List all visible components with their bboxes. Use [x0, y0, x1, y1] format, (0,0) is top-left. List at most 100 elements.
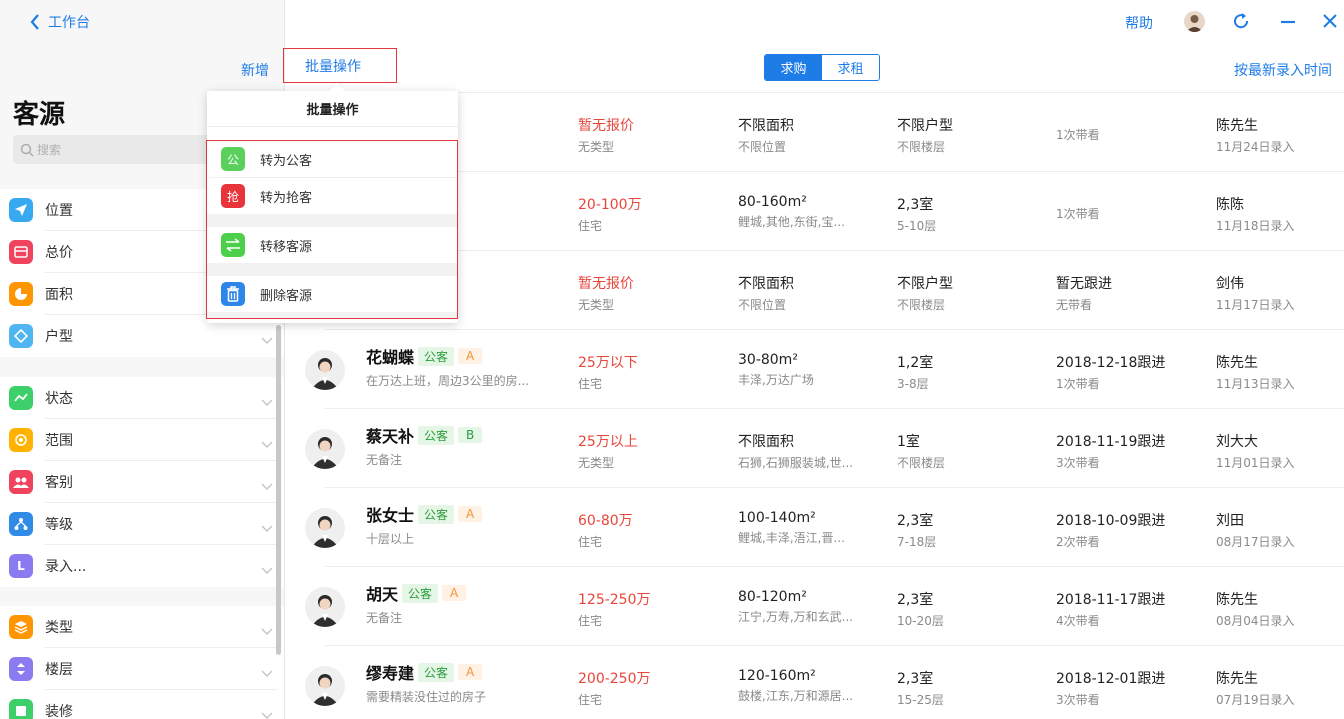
chevron-down-icon	[261, 518, 273, 537]
menu-item-label: 转为公客	[260, 153, 313, 169]
area: 120-160m²	[738, 668, 816, 684]
property-type: 住宅	[578, 377, 603, 391]
client-name: 张女士	[366, 506, 415, 525]
client-name-cell: 缪寿建 公客 A	[366, 660, 483, 684]
filter-item[interactable]: 等级	[0, 503, 284, 545]
client-name: 胡天	[366, 585, 399, 604]
filter-item[interactable]: 客别	[0, 461, 284, 503]
price: 20-100万	[578, 197, 642, 213]
sidebar-scrollbar[interactable]	[276, 325, 281, 655]
client-name: 蔡天补	[366, 427, 415, 446]
tab-rent[interactable]: 求租	[822, 55, 879, 80]
area: 100-140m²	[738, 510, 816, 526]
room-type: 2,3室	[897, 592, 934, 608]
follow-cell: 2018-10-09跟进 2次带看	[1056, 510, 1165, 550]
table-row[interactable]: 花蝴蝶 公客 A 在万达上班，周边3公里的房... 25万以下 住宅 30-80m² 丰泽,万…	[285, 330, 1344, 409]
search-input[interactable]: 搜索	[13, 135, 213, 164]
search-placeholder: 搜索	[37, 143, 62, 157]
table-row[interactable]: 缪寿建 公客 A 需要精装没住过的房子 200-250万 住宅 120-160m² 鼓楼,江东…	[285, 646, 1344, 719]
area-cell: 120-160m² 鼓楼,江东,万和源居...	[738, 668, 856, 704]
filter-item[interactable]: 状态	[0, 377, 284, 419]
room-cell: 2,3室 5-10层	[897, 194, 936, 234]
location: 丰泽,万达广场	[738, 373, 814, 387]
sort-button[interactable]: 按最新录入时间	[1234, 60, 1332, 80]
filter-item[interactable]: 类型	[0, 606, 284, 648]
agent-cell: 陈陈 11月18日录入	[1216, 194, 1295, 234]
table-row[interactable]: 蔡天补 公客 B 无备注 25万以上 无类型 不限面积 石狮,石狮服装城,世... 1室 不限楼层…	[285, 409, 1344, 488]
decoration-icon	[9, 699, 33, 719]
table-row[interactable]: 张女士 公客 A 十层以上 60-80万 住宅 100-140m² 鲤城,丰泽,浯江,晋...…	[285, 488, 1344, 567]
room-type: 1室	[897, 434, 920, 450]
agent-name: 陈先生	[1216, 671, 1258, 687]
follow-cell: 2018-12-01跟进 3次带看	[1056, 668, 1165, 708]
area: 80-120m²	[738, 589, 807, 605]
area-cell: 不限面积 不限位置	[738, 115, 856, 155]
minimize-icon[interactable]	[1279, 12, 1297, 30]
room-type: 不限户型	[897, 118, 953, 134]
filter-item[interactable]: 装修	[0, 690, 284, 719]
area: 30-80m²	[738, 352, 798, 368]
agent-name: 陈陈	[1216, 197, 1244, 213]
agent-cell: 刘田 08月17日录入	[1216, 510, 1295, 550]
client-remark: 无备注	[366, 453, 403, 467]
tab-buy[interactable]: 求购	[765, 55, 822, 80]
price: 125-250万	[578, 592, 651, 608]
room-cell: 不限户型 不限楼层	[897, 115, 953, 155]
room-cell: 不限户型 不限楼层	[897, 273, 953, 313]
menu-item-transfer[interactable]: 转移客源	[207, 227, 457, 263]
chevron-down-icon	[261, 621, 273, 640]
agent-cell: 陈先生 11月24日录入	[1216, 115, 1295, 155]
filter-label: 状态	[45, 391, 73, 407]
agent-cell: 陈先生 08月04日录入	[1216, 589, 1295, 629]
property-type: 住宅	[578, 693, 603, 707]
menu-item-to-public[interactable]: 公 转为公客	[207, 141, 457, 177]
price-cell: 25万以下住宅	[578, 352, 638, 392]
entry-date: 08月17日录入	[1216, 535, 1295, 549]
price: 25万以下	[578, 355, 638, 371]
help-link[interactable]: 帮助	[1125, 13, 1153, 33]
filter-group-house: 类型 楼层 装修	[0, 606, 284, 719]
avatar	[305, 508, 345, 548]
filter-label: 总价	[45, 245, 73, 261]
menu-item-to-grab[interactable]: 抢 转为抢客	[207, 178, 457, 214]
price-cell: 暂无报价 无类型	[578, 115, 634, 155]
menu-item-label: 删除客源	[260, 288, 313, 304]
location: 石狮,石狮服装城,世...	[738, 456, 854, 470]
room-type: 1,2室	[897, 355, 934, 371]
price: 200-250万	[578, 671, 651, 687]
avatar	[305, 587, 345, 627]
range-icon	[9, 428, 33, 452]
room-cell: 1,2室 3-8层	[897, 352, 933, 392]
public-badge: 公客	[418, 504, 455, 524]
agent-cell: 陈先生 07月19日录入	[1216, 668, 1295, 708]
refresh-icon[interactable]	[1232, 12, 1250, 30]
filter-label: 位置	[45, 203, 73, 219]
avatar	[305, 350, 345, 390]
filter-item[interactable]: 范围	[0, 419, 284, 461]
batch-operation-button[interactable]: 批量操作	[283, 48, 397, 83]
chevron-left-icon	[30, 14, 39, 30]
chevron-down-icon	[261, 476, 273, 495]
agent-name: 刘田	[1216, 513, 1244, 529]
floor-range: 15-25层	[897, 693, 944, 707]
table-row[interactable]: 胡天 公客 A 无备注 125-250万 住宅 80-120m² 江宁,万寿,万和玄武... 2…	[285, 567, 1344, 646]
location: 鼓楼,江东,万和源居...	[738, 689, 854, 703]
client-remark: 在万达上班，周边3公里的房...	[366, 374, 530, 388]
public-icon: 公	[221, 147, 245, 171]
menu-item-delete[interactable]: 删除客源	[207, 276, 457, 312]
location: 江宁,万寿,万和玄武...	[738, 610, 854, 624]
filter-item[interactable]: L 录入...	[0, 545, 284, 587]
user-avatar[interactable]	[1184, 11, 1205, 32]
public-badge: 公客	[402, 583, 439, 603]
visit-count: 4次带看	[1056, 614, 1100, 628]
back-button[interactable]: 工作台	[30, 12, 90, 32]
search-icon	[20, 143, 34, 156]
avatar	[305, 429, 345, 469]
status-icon	[9, 386, 33, 410]
filter-item[interactable]: 楼层	[0, 648, 284, 690]
price-cell: 20-100万 住宅	[578, 194, 642, 234]
close-icon[interactable]	[1321, 12, 1339, 30]
level-badge: A	[458, 506, 483, 522]
follow-cell: 2018-11-19跟进 3次带看	[1056, 431, 1165, 471]
new-button[interactable]: 新增	[241, 60, 269, 80]
